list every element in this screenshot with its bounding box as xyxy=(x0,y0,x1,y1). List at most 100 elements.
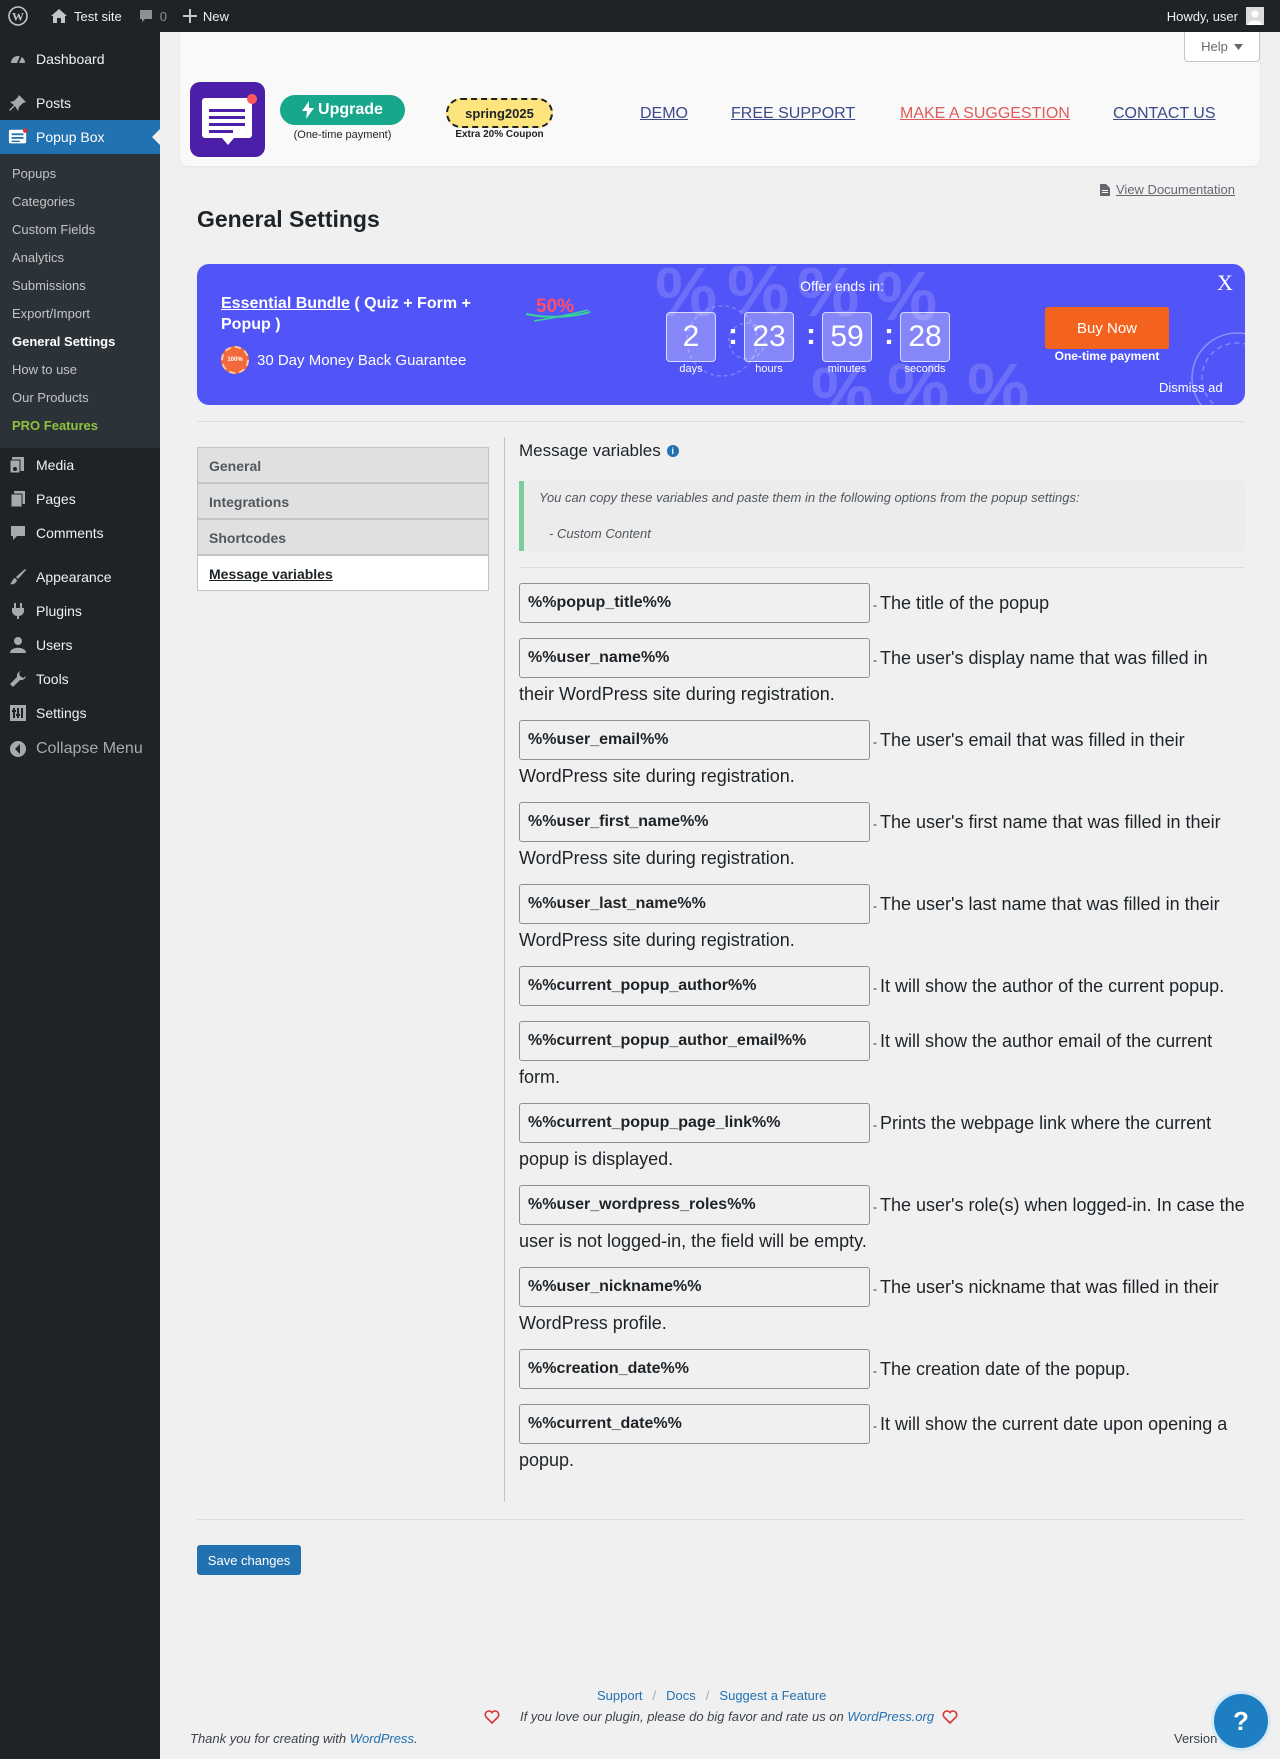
info-icon[interactable]: i xyxy=(666,445,679,457)
buy-now-button[interactable]: Buy Now xyxy=(1045,307,1169,349)
rate-us-text: If you love our plugin, please do big fa… xyxy=(484,1709,958,1724)
help-question-icon[interactable]: ? xyxy=(1211,1691,1271,1751)
menu-item-comments[interactable]: Comments xyxy=(0,516,160,550)
menu-label: Collapse Menu xyxy=(36,740,143,757)
wrench-icon xyxy=(8,669,28,689)
menu-label: Plugins xyxy=(36,603,82,619)
plug-icon xyxy=(8,601,28,621)
howdy-text: Howdy, user xyxy=(1166,8,1238,24)
variable-input[interactable]: %%user_email%% xyxy=(519,720,870,760)
divider xyxy=(519,567,1245,568)
collapse-menu-button[interactable]: Collapse Menu xyxy=(0,732,160,766)
new-content-link[interactable]: New xyxy=(175,0,237,32)
wordpress-logo-icon[interactable]: W xyxy=(0,0,42,32)
submenu-custom-fields[interactable]: Custom Fields xyxy=(0,216,160,244)
variable-input[interactable]: %%popup_title%% xyxy=(519,583,870,623)
wordpress-link[interactable]: WordPress xyxy=(350,1731,414,1746)
menu-item-posts[interactable]: Posts xyxy=(0,86,160,120)
comment-icon xyxy=(139,10,152,22)
submenu-submissions[interactable]: Submissions xyxy=(0,272,160,300)
menu-label: Tools xyxy=(36,671,69,687)
variable-input[interactable]: %%user_nickname%% xyxy=(519,1267,870,1307)
tab-shortcodes[interactable]: Shortcodes xyxy=(197,519,489,555)
divider xyxy=(197,421,1245,422)
page-title: General Settings xyxy=(197,206,380,232)
buy-subtext: One-time payment xyxy=(1054,349,1160,363)
variable-input[interactable]: %%creation_date%% xyxy=(519,1349,870,1389)
dismiss-ad-link[interactable]: Dismiss ad xyxy=(1159,380,1223,395)
close-promo-icon[interactable]: X xyxy=(1217,270,1233,296)
menu-item-tools[interactable]: Tools xyxy=(0,662,160,696)
submenu-categories[interactable]: Categories xyxy=(0,188,160,216)
comments-link[interactable]: 0 xyxy=(130,0,175,32)
lightning-icon xyxy=(302,101,315,119)
divider xyxy=(197,1519,1245,1520)
upgrade-label: Upgrade xyxy=(318,101,383,118)
submenu-export-import[interactable]: Export/Import xyxy=(0,300,160,328)
variable-description: It will show the author of the current p… xyxy=(880,976,1225,996)
site-name: Test site xyxy=(74,8,122,24)
submenu-general-settings[interactable]: General Settings xyxy=(0,328,160,356)
submenu-analytics[interactable]: Analytics xyxy=(0,244,160,272)
help-label: Help xyxy=(1201,39,1228,54)
free-support-link[interactable]: FREE SUPPORT xyxy=(731,105,855,123)
support-link[interactable]: Support xyxy=(597,1688,643,1703)
variable-input[interactable]: %%current_popup_author_email%% xyxy=(519,1021,870,1061)
account-menu[interactable]: Howdy, user xyxy=(1159,0,1272,32)
menu-item-popup-box[interactable]: Popup Box xyxy=(0,120,160,154)
countdown-hours: 23 xyxy=(744,312,794,362)
docs-link[interactable]: Docs xyxy=(666,1688,696,1703)
suggest-feature-link[interactable]: Suggest a Feature xyxy=(719,1688,826,1703)
menu-item-settings[interactable]: Settings xyxy=(0,696,160,730)
bundle-name[interactable]: Essential Bundle xyxy=(221,295,350,312)
coupon-subtext: Extra 20% Coupon xyxy=(455,129,544,140)
rate-text: If you love our plugin, please do big fa… xyxy=(520,1709,844,1724)
bundle-title[interactable]: Essential Bundle ( Quiz + Form + Popup ) xyxy=(221,293,491,335)
guarantee: 100% 30 Day Money Back Guarantee xyxy=(221,346,466,374)
variable-input[interactable]: %%user_name%% xyxy=(519,638,870,678)
variable-input[interactable]: %%current_date%% xyxy=(519,1404,870,1444)
dashboard-icon xyxy=(8,49,28,69)
tab-message-variables[interactable]: Message variables xyxy=(197,555,489,591)
submenu-our-products[interactable]: Our Products xyxy=(0,384,160,412)
variable-input[interactable]: %%current_popup_author%% xyxy=(519,966,870,1006)
variable-input[interactable]: %%current_popup_page_link%% xyxy=(519,1103,870,1143)
coupon-code[interactable]: spring2025 xyxy=(446,98,553,128)
heart-icon xyxy=(484,1709,500,1724)
svg-text:W: W xyxy=(12,10,24,24)
tab-general[interactable]: General xyxy=(197,447,489,483)
countdown-separator: : xyxy=(884,318,894,351)
menu-item-pages[interactable]: Pages xyxy=(0,482,160,516)
variable-row: %%creation_date%% - The creation date of … xyxy=(519,1349,1245,1404)
variable-row: %%user_name%% - The user's display name t… xyxy=(519,638,1245,720)
submenu-how-to-use[interactable]: How to use xyxy=(0,356,160,384)
wordpress-org-link[interactable]: WordPress.org xyxy=(847,1709,934,1724)
countdown-seconds: 28 xyxy=(900,312,950,362)
tab-integrations[interactable]: Integrations xyxy=(197,483,489,519)
menu-item-users[interactable]: Users xyxy=(0,628,160,662)
save-changes-button[interactable]: Save changes xyxy=(197,1545,301,1575)
upgrade-button[interactable]: Upgrade xyxy=(280,95,405,125)
view-documentation-link[interactable]: View Documentation xyxy=(1100,182,1235,197)
demo-link[interactable]: DEMO xyxy=(640,105,688,123)
submenu-pro-features[interactable]: PRO Features xyxy=(0,412,160,440)
admin-sidebar: Dashboard Posts Popup Box Popups Categor… xyxy=(0,32,160,1759)
menu-item-media[interactable]: Media xyxy=(0,448,160,482)
site-name-link[interactable]: Test site xyxy=(42,0,130,32)
submenu-popups[interactable]: Popups xyxy=(0,160,160,188)
countdown-separator: : xyxy=(806,318,816,351)
menu-item-plugins[interactable]: Plugins xyxy=(0,594,160,628)
menu-label: Popup Box xyxy=(36,129,105,145)
variable-input[interactable]: %%user_wordpress_roles%% xyxy=(519,1185,870,1225)
view-doc-label: View Documentation xyxy=(1116,182,1235,197)
variable-input[interactable]: %%user_first_name%% xyxy=(519,802,870,842)
contact-us-link[interactable]: CONTACT US xyxy=(1113,105,1216,123)
countdown-minutes-label: minutes xyxy=(827,363,867,375)
make-suggestion-link[interactable]: MAKE A SUGGESTION xyxy=(900,105,1070,123)
help-tab-button[interactable]: Help xyxy=(1184,32,1260,62)
promo-banner: % % % % % % % Essential Bundle ( Quiz + … xyxy=(197,264,1245,405)
menu-item-appearance[interactable]: Appearance xyxy=(0,560,160,594)
menu-item-dashboard[interactable]: Dashboard xyxy=(0,42,160,76)
menu-label: Dashboard xyxy=(36,51,105,67)
variable-input[interactable]: %%user_last_name%% xyxy=(519,884,870,924)
